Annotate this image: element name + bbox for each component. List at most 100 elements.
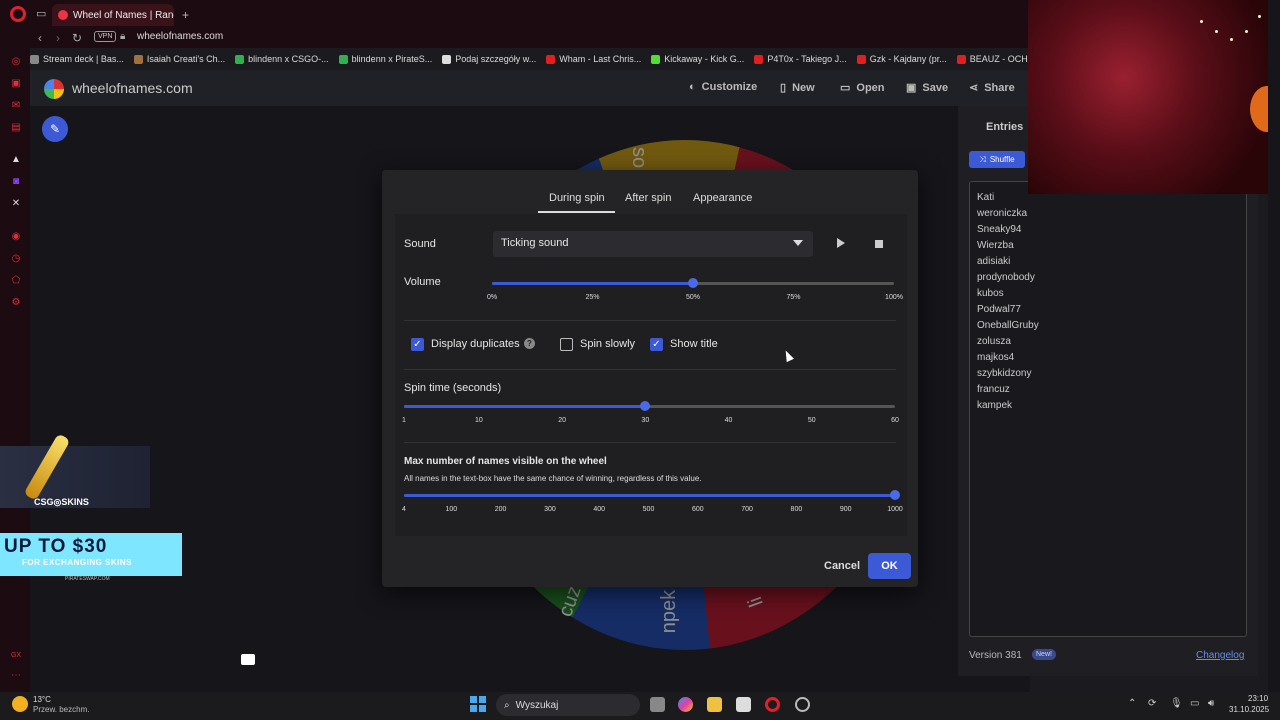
back-icon[interactable]: ‹ <box>38 31 42 45</box>
spin-time-slider[interactable]: 1 10 20 30 40 50 60 <box>402 401 899 435</box>
slider-tick-label: 800 <box>790 506 803 513</box>
new-tab-icon[interactable]: + <box>182 8 189 22</box>
dialog-content <box>395 214 907 536</box>
share-button[interactable]: ⋖ Share <box>969 81 1015 95</box>
weather-moon-icon[interactable] <box>12 696 28 712</box>
bookmark-label: BEAUZ - OCH... <box>969 54 1036 64</box>
fairy-light <box>1215 30 1218 33</box>
speed-dial-icon[interactable]: ◎ <box>10 56 22 68</box>
edit-pencil-icon[interactable]: ✎ <box>42 116 68 142</box>
sound-select[interactable]: Ticking sound <box>493 231 813 257</box>
slider-tick-label: 75% <box>786 294 801 301</box>
show-title-label: Show title <box>670 338 718 350</box>
changelog-link[interactable]: Changelog <box>1196 650 1244 661</box>
messenger-icon[interactable]: ✉ <box>10 100 22 112</box>
caret-down-icon <box>793 240 803 246</box>
entry-line: Podwal77 <box>977 304 1021 315</box>
x-icon[interactable]: ✕ <box>10 198 22 210</box>
opera-gx-taskbar-icon[interactable] <box>765 697 780 712</box>
bookmark-item[interactable]: Kickaway - Kick G... <box>651 50 744 68</box>
spin-slowly-checkbox[interactable] <box>560 338 573 351</box>
bookmark-item[interactable]: BEAUZ - OCH... <box>956 50 1036 68</box>
more-icon[interactable]: ⋯ <box>10 670 22 682</box>
slider-thumb[interactable] <box>640 401 651 411</box>
sync-icon[interactable]: ⟳ <box>1148 698 1156 709</box>
microphone-icon[interactable]: 🎙︎ <box>1170 698 1183 709</box>
browser-tab[interactable]: Wheel of Names | Random <box>52 4 174 26</box>
shuffle-icon: ⤨ <box>979 154 986 164</box>
entry-line: weroniczka <box>977 208 1028 219</box>
max-names-slider[interactable]: 4 100 200 300 400 500 600 700 800 900 1000 <box>402 490 903 524</box>
opera-logo-icon[interactable] <box>10 6 26 22</box>
volume-icon[interactable]: 🔊︎ <box>1208 698 1214 709</box>
bookmark-label: Podaj szczegóły w... <box>455 54 537 64</box>
extensions-icon[interactable]: ⬠ <box>10 275 22 287</box>
divider <box>404 442 896 443</box>
display-duplicates-checkbox[interactable]: ✓ <box>411 338 424 351</box>
clock-date[interactable]: 31.10.2025 <box>1229 705 1269 714</box>
reload-icon[interactable]: ↻ <box>72 31 82 45</box>
app-taskbar-icon[interactable] <box>795 697 810 712</box>
help-icon[interactable]: ? <box>524 338 535 349</box>
aria-icon[interactable]: ▲ <box>10 154 22 166</box>
store-icon[interactable] <box>736 697 751 712</box>
bag-icon[interactable]: ▣ <box>10 78 22 90</box>
active-tab-indicator <box>538 211 615 213</box>
player-icon[interactable]: ◉ <box>10 231 22 243</box>
volume-slider[interactable]: 0% 25% 50% 75% 100% <box>487 278 903 312</box>
bookmark-item[interactable]: Stream deck | Bas... <box>30 50 124 68</box>
bookmark-favicon-icon <box>651 54 661 64</box>
bookmark-item[interactable]: blindenn x CSGO-... <box>235 50 329 68</box>
save-button[interactable]: ▣ Save <box>906 81 948 95</box>
copilot-icon[interactable] <box>678 697 693 712</box>
slider-tick-label: 0% <box>486 294 498 301</box>
shuffle-button[interactable]: ⤨ Shuffle <box>969 151 1025 168</box>
tab-entries[interactable]: Entries <box>986 121 1023 133</box>
show-title-checkbox[interactable]: ✓ <box>650 338 663 351</box>
tab-after-spin[interactable]: After spin <box>625 192 671 204</box>
bookmark-item[interactable]: Isaiah Creati's Ch... <box>133 50 225 68</box>
customize-button[interactable]: ◐ Customize <box>689 81 757 93</box>
windows-start-icon[interactable] <box>470 696 486 712</box>
taskbar-search[interactable]: ⌕ Wyszukaj <box>496 694 640 716</box>
clock-time[interactable]: 23:10 <box>1248 694 1268 703</box>
browser-sidebar <box>0 48 30 692</box>
bookmark-item[interactable]: blindenn x PirateS... <box>338 50 432 68</box>
site-name[interactable]: wheelofnames.com <box>72 80 193 96</box>
ok-button[interactable]: OK <box>868 553 911 579</box>
tab-during-spin[interactable]: During spin <box>549 192 605 204</box>
settings-gear-icon[interactable]: ⚙ <box>10 297 22 309</box>
network-icon[interactable]: ▭ <box>1190 698 1199 709</box>
open-button[interactable]: ▭ Open <box>840 81 885 95</box>
history-icon[interactable]: ◷ <box>10 253 22 265</box>
gx-icon[interactable]: GX <box>10 650 22 662</box>
tab-list-icon[interactable]: ▭ <box>36 8 48 20</box>
new-button[interactable]: ▯ New <box>780 81 815 95</box>
twitch-icon[interactable]: ◙ <box>10 176 22 188</box>
tray-chevron-icon[interactable]: ⌃ <box>1128 698 1136 709</box>
tab-appearance[interactable]: Appearance <box>693 192 752 204</box>
bookmark-item[interactable]: P4T0x - Takiego J... <box>754 50 847 68</box>
vpn-badge[interactable]: VPN <box>94 31 117 42</box>
chat-icon[interactable] <box>241 654 255 665</box>
open-label: Open <box>856 81 885 94</box>
bookmark-item[interactable]: Podaj szczegóły w... <box>442 50 536 68</box>
url-field[interactable]: wheelofnames.com <box>137 31 223 42</box>
weather-temp[interactable]: 13°C <box>33 695 51 704</box>
task-view-icon[interactable] <box>650 697 665 712</box>
entries-textarea[interactable]: Kati weroniczka Sneaky94 Wierzba adisiaki pro… <box>969 181 1247 637</box>
slider-thumb[interactable] <box>890 490 900 500</box>
weather-desc[interactable]: Przew. bezchm. <box>33 705 89 714</box>
stop-icon[interactable] <box>875 240 883 248</box>
news-icon[interactable]: ▤ <box>10 122 22 134</box>
file-explorer-icon[interactable] <box>707 697 722 712</box>
bookmark-item[interactable]: Gzk - Kajdany (pr... <box>856 50 947 68</box>
site-logo-icon[interactable] <box>44 79 64 99</box>
entry-line: kampek <box>977 400 1013 411</box>
cancel-button[interactable]: Cancel <box>818 556 866 576</box>
lock-icon[interactable]: 🔒︎ <box>120 31 125 42</box>
play-icon[interactable] <box>837 238 845 248</box>
slider-thumb[interactable] <box>688 278 698 288</box>
bookmark-item[interactable]: Wham - Last Chris... <box>546 50 641 68</box>
forward-icon[interactable]: › <box>56 31 60 45</box>
